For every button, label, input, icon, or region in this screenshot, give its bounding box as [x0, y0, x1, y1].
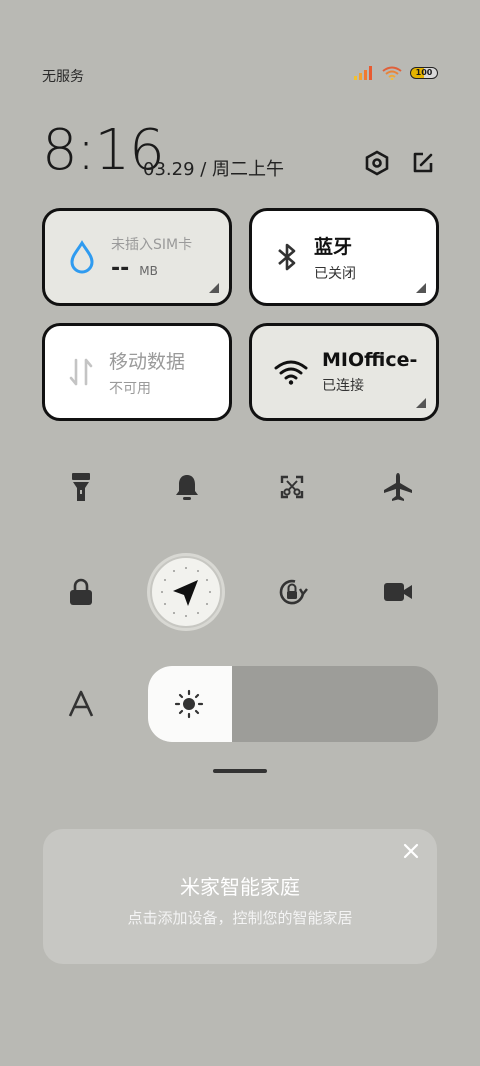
- location-toggle[interactable]: [150, 556, 222, 628]
- close-icon[interactable]: [401, 841, 421, 861]
- mi-home-card[interactable]: 米家智能家庭 点击添加设备，控制您的智能家居: [43, 829, 437, 964]
- sun-icon: [174, 689, 204, 719]
- screenshot-icon: [280, 475, 304, 499]
- expand-corner-icon: [209, 283, 219, 293]
- rotation-lock-toggle[interactable]: [268, 568, 316, 616]
- expand-corner-icon: [416, 283, 426, 293]
- font-size-toggle[interactable]: [57, 680, 105, 728]
- expand-corner-icon: [416, 398, 426, 408]
- lock-screen-toggle[interactable]: [57, 568, 105, 616]
- ring-toggle[interactable]: [163, 463, 211, 511]
- card-title: 米家智能家庭: [180, 875, 300, 899]
- water-drop-icon: [70, 240, 94, 274]
- edit-icon[interactable]: [408, 148, 438, 178]
- brightness-slider[interactable]: [148, 666, 438, 742]
- card-subtitle: 点击添加设备，控制您的智能家居: [127, 909, 353, 927]
- carrier-status: 无服务: [42, 69, 84, 85]
- brightness-level-fill: [148, 666, 233, 742]
- status-icons: 100: [354, 66, 438, 80]
- mobile-data-icon: [69, 358, 93, 386]
- data-usage-label: 未插入SIM卡: [111, 236, 193, 253]
- drag-handle[interactable]: [213, 769, 267, 773]
- bluetooth-status: 已关闭: [314, 265, 356, 282]
- location-icon: [161, 567, 211, 617]
- font-a-icon: [68, 690, 94, 717]
- data-usage-unit: MB: [139, 263, 158, 278]
- bluetooth-icon: [278, 243, 296, 271]
- mobile-data-tile[interactable]: 移动数据 不可用: [42, 323, 232, 421]
- data-usage-value: --: [111, 255, 130, 281]
- mobile-data-status: 不可用: [109, 380, 151, 397]
- lock-icon: [70, 578, 92, 605]
- screen-record-toggle[interactable]: [374, 568, 422, 616]
- airplane-icon: [384, 473, 412, 501]
- flashlight-toggle[interactable]: [57, 463, 105, 511]
- rotation-lock-icon: [279, 579, 308, 605]
- flashlight-icon: [72, 473, 90, 501]
- wifi-icon: [274, 360, 308, 385]
- settings-icon[interactable]: [362, 148, 392, 178]
- airplane-toggle[interactable]: [374, 463, 422, 511]
- bluetooth-title: 蓝牙: [314, 235, 353, 258]
- wifi-status-icon: [382, 66, 402, 80]
- screenshot-toggle[interactable]: [268, 463, 316, 511]
- date-label[interactable]: 03.29 / 周二上午: [143, 155, 284, 181]
- wifi-tile[interactable]: MIOffice- 已连接: [249, 323, 439, 421]
- wifi-status: 已连接: [322, 378, 364, 394]
- video-icon: [384, 583, 412, 601]
- bell-icon: [176, 475, 198, 500]
- signal-icon: [354, 66, 372, 80]
- battery-icon: 100: [410, 67, 438, 79]
- data-usage-tile[interactable]: 未插入SIM卡 -- MB: [42, 208, 232, 306]
- wifi-title: MIOffice-: [322, 349, 418, 371]
- mobile-data-title: 移动数据: [109, 350, 186, 373]
- bluetooth-tile[interactable]: 蓝牙 已关闭: [249, 208, 439, 306]
